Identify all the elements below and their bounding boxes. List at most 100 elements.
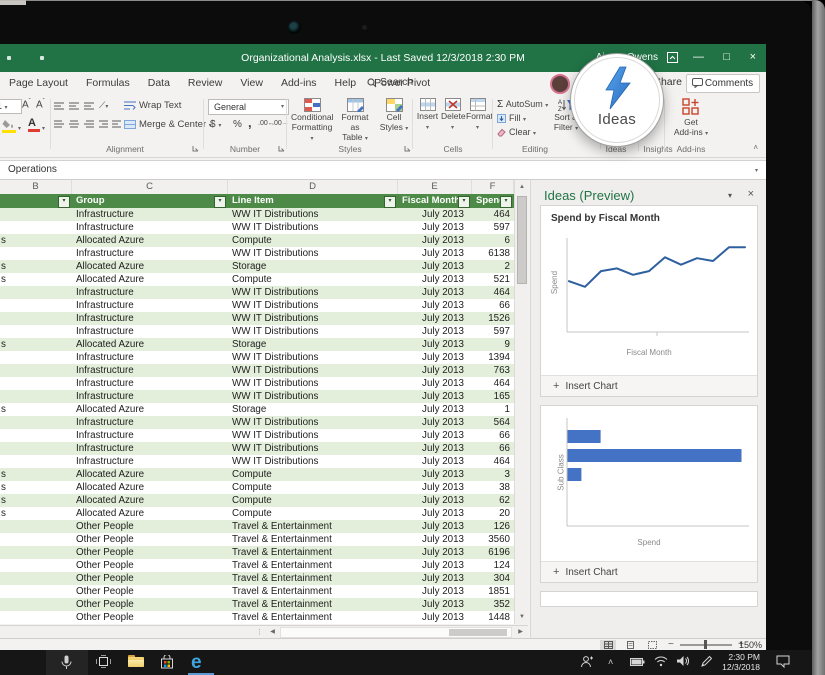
cell[interactable]: Infrastructure bbox=[72, 351, 228, 364]
cell[interactable] bbox=[0, 520, 72, 533]
cell[interactable]: WW IT Distributions bbox=[228, 416, 398, 429]
cell[interactable]: Infrastructure bbox=[72, 286, 228, 299]
font-color-button[interactable]: A bbox=[28, 117, 40, 132]
table-row[interactable]: sAllocated AzureComputeJuly 20133 bbox=[0, 468, 514, 481]
cell[interactable]: WW IT Distributions bbox=[228, 364, 398, 377]
shrink-font-button[interactable]: Aˇ bbox=[36, 99, 45, 110]
cell[interactable]: Infrastructure bbox=[72, 247, 228, 260]
cell[interactable]: WW IT Distributions bbox=[228, 377, 398, 390]
pane-close-icon[interactable]: × bbox=[748, 188, 754, 200]
table-row[interactable]: sAllocated AzureComputeJuly 201320 bbox=[0, 507, 514, 520]
cell[interactable]: Infrastructure bbox=[72, 442, 228, 455]
table-row[interactable]: InfrastructureWW IT DistributionsJuly 20… bbox=[0, 325, 514, 338]
table-row[interactable]: sAllocated AzureStorageJuly 20132 bbox=[0, 260, 514, 273]
cell[interactable]: Travel & Entertainment bbox=[228, 559, 398, 572]
cell[interactable] bbox=[0, 208, 72, 221]
cell[interactable]: Allocated Azure bbox=[72, 507, 228, 520]
cell[interactable]: 3560 bbox=[472, 533, 514, 546]
ideas-callout[interactable]: Ideas bbox=[570, 53, 664, 147]
cell[interactable] bbox=[0, 533, 72, 546]
number-dialog-launcher-icon[interactable] bbox=[278, 145, 285, 152]
table-row[interactable]: InfrastructureWW IT DistributionsJuly 20… bbox=[0, 455, 514, 468]
cell[interactable]: Travel & Entertainment bbox=[228, 533, 398, 546]
cell[interactable]: Storage bbox=[228, 403, 398, 416]
cell[interactable]: Compute bbox=[228, 494, 398, 507]
cell[interactable]: Infrastructure bbox=[72, 364, 228, 377]
cell[interactable]: July 2013 bbox=[398, 247, 472, 260]
cell[interactable]: July 2013 bbox=[398, 533, 472, 546]
cell[interactable]: 1526 bbox=[472, 312, 514, 325]
speaker-icon[interactable] bbox=[676, 655, 690, 667]
header-b[interactable]: ▾ bbox=[0, 194, 72, 208]
tab-formulas[interactable]: Formulas bbox=[77, 72, 139, 95]
cell[interactable]: 124 bbox=[472, 559, 514, 572]
cell[interactable]: July 2013 bbox=[398, 598, 472, 611]
battery-icon[interactable] bbox=[630, 658, 645, 666]
cell[interactable]: Other People bbox=[72, 533, 228, 546]
cell[interactable]: July 2013 bbox=[398, 338, 472, 351]
cell[interactable] bbox=[0, 442, 72, 455]
clear-button[interactable]: Clear ▾ bbox=[497, 127, 536, 137]
cell[interactable]: WW IT Distributions bbox=[228, 442, 398, 455]
wifi-icon[interactable] bbox=[654, 655, 668, 667]
table-row[interactable]: InfrastructureWW IT DistributionsJuly 20… bbox=[0, 247, 514, 260]
cell[interactable]: WW IT Distributions bbox=[228, 351, 398, 364]
cell[interactable]: WW IT Distributions bbox=[228, 299, 398, 312]
cell[interactable]: Other People bbox=[72, 585, 228, 598]
font-size-box[interactable]: 1 ▾ bbox=[0, 99, 22, 114]
font-color-caret[interactable]: ▾ bbox=[42, 125, 45, 132]
cell[interactable]: WW IT Distributions bbox=[228, 390, 398, 403]
cell[interactable]: 62 bbox=[472, 494, 514, 507]
cell[interactable]: 763 bbox=[472, 364, 514, 377]
scroll-up-icon[interactable]: ▲ bbox=[515, 180, 529, 194]
table-row[interactable]: InfrastructureWW IT DistributionsJuly 20… bbox=[0, 299, 514, 312]
cell[interactable]: Compute bbox=[228, 507, 398, 520]
horizontal-scrollbar[interactable]: ⋮ ◀ ▶ bbox=[0, 625, 528, 639]
cell[interactable]: Infrastructure bbox=[72, 312, 228, 325]
cell[interactable]: July 2013 bbox=[398, 390, 472, 403]
cell[interactable]: Other People bbox=[72, 598, 228, 611]
cell[interactable]: Allocated Azure bbox=[72, 481, 228, 494]
restore-button[interactable]: □ bbox=[723, 51, 730, 64]
cell[interactable] bbox=[0, 325, 72, 338]
cell[interactable]: 126 bbox=[472, 520, 514, 533]
fill-button[interactable]: Fill ▾ bbox=[497, 113, 526, 123]
cell[interactable]: July 2013 bbox=[398, 585, 472, 598]
table-row[interactable]: InfrastructureWW IT DistributionsJuly 20… bbox=[0, 390, 514, 403]
taskbar-clock[interactable]: 2:30 PM 12/3/2018 bbox=[722, 653, 760, 672]
table-row[interactable]: InfrastructureWW IT DistributionsJuly 20… bbox=[0, 442, 514, 455]
cell[interactable]: Compute bbox=[228, 481, 398, 494]
cell[interactable] bbox=[0, 247, 72, 260]
comma-style-button[interactable]: , bbox=[248, 115, 252, 130]
microphone-icon[interactable] bbox=[61, 655, 72, 670]
cell[interactable]: 6138 bbox=[472, 247, 514, 260]
cell[interactable]: 464 bbox=[472, 286, 514, 299]
cell[interactable]: Allocated Azure bbox=[72, 403, 228, 416]
cell[interactable]: July 2013 bbox=[398, 364, 472, 377]
cell[interactable]: July 2013 bbox=[398, 416, 472, 429]
cell[interactable]: Infrastructure bbox=[72, 390, 228, 403]
cell[interactable]: Infrastructure bbox=[72, 208, 228, 221]
cell[interactable] bbox=[0, 429, 72, 442]
cell[interactable]: July 2013 bbox=[398, 546, 472, 559]
formula-bar[interactable]: Operations ▾ bbox=[0, 160, 766, 180]
column-letter-B[interactable]: B bbox=[0, 180, 72, 194]
cell[interactable]: 1394 bbox=[472, 351, 514, 364]
table-row[interactable]: sAllocated AzureStorageJuly 20139 bbox=[0, 338, 514, 351]
cell[interactable]: s bbox=[0, 260, 72, 273]
percent-style-button[interactable]: % bbox=[233, 119, 242, 130]
orientation-button[interactable]: ⟋▾ bbox=[99, 100, 108, 111]
vertical-scroll-thumb[interactable] bbox=[517, 196, 527, 284]
header-spend[interactable]: Spend▾ bbox=[472, 194, 514, 208]
file-explorer-icon[interactable] bbox=[128, 655, 144, 667]
accounting-format-button[interactable]: $ ▾ bbox=[210, 119, 221, 130]
cell[interactable]: Allocated Azure bbox=[72, 338, 228, 351]
cell[interactable]: 352 bbox=[472, 598, 514, 611]
pane-split-handle[interactable]: ⋮ bbox=[256, 628, 263, 636]
cell[interactable]: Allocated Azure bbox=[72, 273, 228, 286]
cell[interactable] bbox=[0, 416, 72, 429]
edge-icon[interactable]: e bbox=[191, 652, 202, 674]
table-row[interactable]: Other PeopleTravel & EntertainmentJuly 2… bbox=[0, 572, 514, 585]
hidden-icons-chevron[interactable]: ˄ bbox=[608, 657, 613, 667]
cell[interactable]: 38 bbox=[472, 481, 514, 494]
